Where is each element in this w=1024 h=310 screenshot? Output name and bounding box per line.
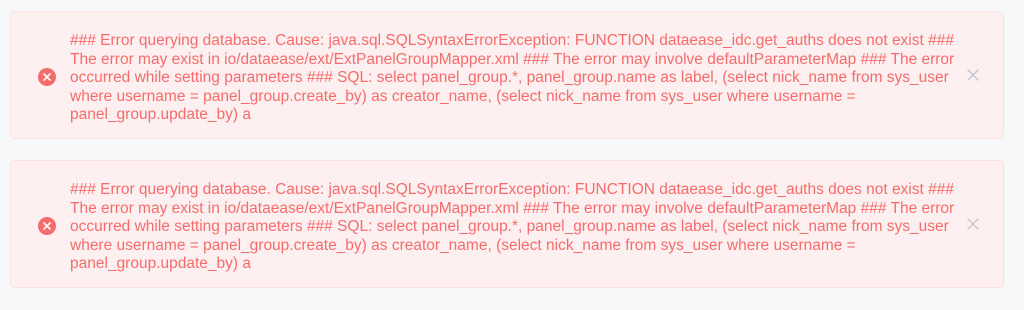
circle-close-icon [38,68,56,86]
circle-close-icon [38,217,56,235]
close-icon[interactable] [965,67,981,83]
error-alert: ### Error querying database. Cause: java… [10,11,1004,139]
alert-message: ### Error querying database. Cause: java… [70,181,955,272]
error-alert: ### Error querying database. Cause: java… [10,160,1004,288]
close-icon[interactable] [965,216,981,232]
alert-message: ### Error querying database. Cause: java… [70,32,955,123]
